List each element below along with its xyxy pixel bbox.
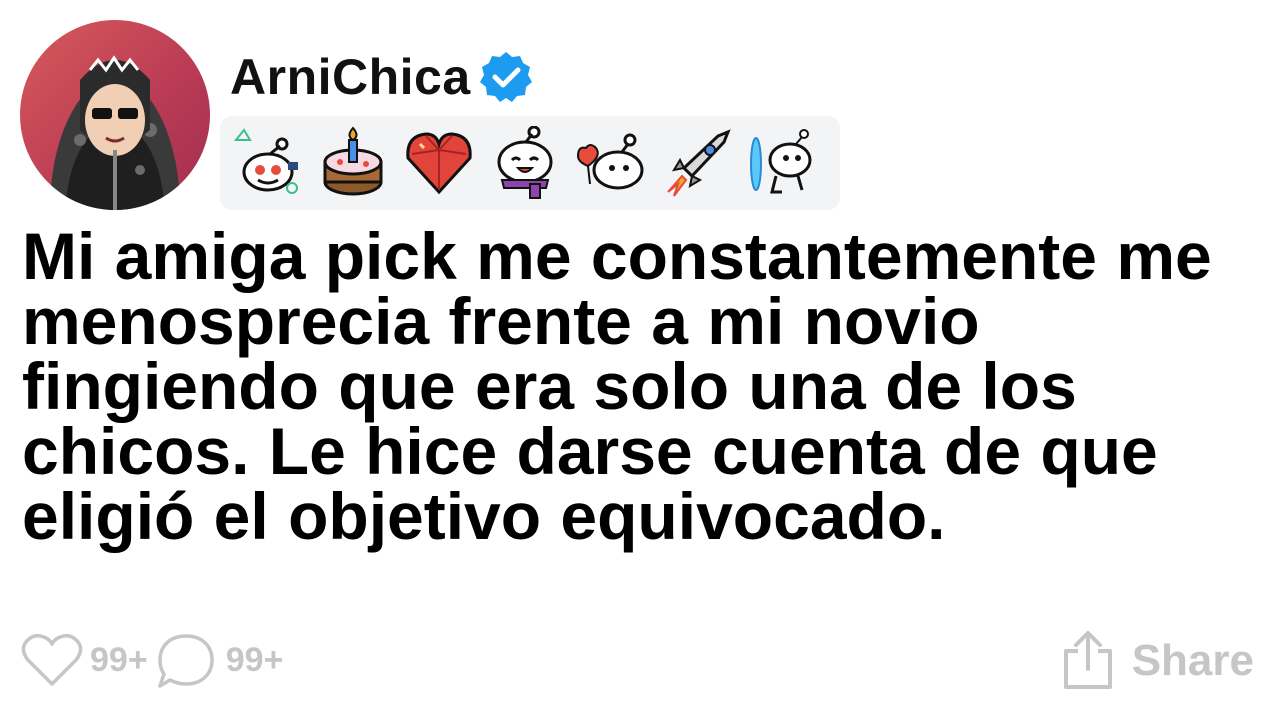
avatar[interactable] — [20, 20, 210, 210]
snoo-sidetrack-icon[interactable] — [230, 126, 304, 200]
snoo-scarf-icon[interactable] — [488, 126, 562, 200]
snoo-portal-icon[interactable] — [746, 126, 820, 200]
share-icon — [1060, 627, 1116, 696]
comments-count: 99+ — [225, 640, 284, 679]
post-title: Mi amiga pick me constantemente me menos… — [22, 219, 1212, 553]
avatar-hooded-character-icon — [50, 55, 180, 210]
engagement-bar: 99+ 99+ — [20, 628, 283, 692]
likes-count: 99+ — [90, 640, 148, 679]
rocket-icon[interactable] — [660, 126, 734, 200]
awards-bar — [220, 116, 840, 210]
verified-badge-icon — [477, 48, 535, 106]
post-header: ArniChica — [230, 42, 535, 112]
username[interactable]: ArniChica — [230, 48, 471, 106]
share-button[interactable]: Share — [1060, 626, 1254, 696]
snoo-hearts-icon[interactable] — [574, 126, 648, 200]
gem-heart-icon[interactable] — [402, 126, 476, 200]
heart-icon[interactable] — [20, 628, 84, 692]
share-label: Share — [1131, 636, 1254, 685]
birthday-cake-icon[interactable] — [316, 126, 390, 200]
comment-bubble-icon[interactable] — [154, 628, 218, 692]
